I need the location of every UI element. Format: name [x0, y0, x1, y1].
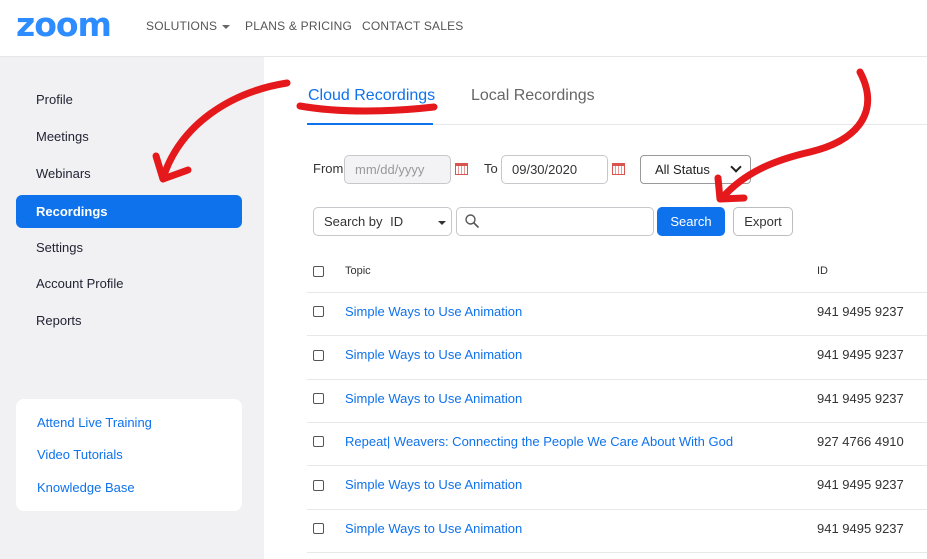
sidebar: Profile Meetings Webinars Recordings Set…	[0, 57, 264, 559]
status-select-value: All Status	[655, 162, 710, 177]
recording-id: 941 9495 9237	[817, 304, 904, 319]
sidebar-item-reports[interactable]: Reports	[16, 304, 242, 337]
search-input[interactable]	[456, 207, 654, 236]
row-divider	[307, 509, 927, 510]
search-by-label: Search by	[324, 214, 383, 229]
link-attend-live-training[interactable]: Attend Live Training	[37, 415, 152, 431]
search-by-value: ID	[390, 214, 404, 229]
search-button[interactable]: Search	[657, 207, 725, 236]
row-checkbox[interactable]	[313, 436, 324, 447]
caret-down-icon	[222, 24, 231, 29]
calendar-icon[interactable]	[612, 163, 625, 175]
from-label: From	[313, 161, 344, 176]
recording-topic-link[interactable]: Repeat| Weavers: Connecting the People W…	[345, 434, 733, 450]
row-divider	[307, 335, 927, 336]
recording-id: 941 9495 9237	[817, 521, 904, 536]
nav-solutions-label: SOLUTIONS	[146, 19, 218, 33]
caret-down-icon	[438, 221, 446, 225]
chevron-down-icon	[730, 161, 742, 173]
tab-local-recordings[interactable]: Local Recordings	[471, 86, 595, 106]
search-by-dropdown[interactable]: Search by ID	[313, 207, 452, 236]
sidebar-item-meetings[interactable]: Meetings	[16, 120, 242, 153]
recording-topic-link[interactable]: Simple Ways to Use Animation	[345, 347, 522, 363]
to-date-input[interactable]: 09/30/2020	[501, 155, 608, 184]
annotation-underline	[296, 102, 438, 115]
row-checkbox[interactable]	[313, 523, 324, 534]
select-all-checkbox[interactable]	[313, 266, 324, 277]
column-header-topic: Topic	[345, 265, 371, 277]
help-links-box: Attend Live Training Video Tutorials Kno…	[16, 399, 242, 511]
recording-id: 927 4766 4910	[817, 434, 904, 449]
sidebar-item-recordings[interactable]: Recordings	[16, 195, 242, 228]
sidebar-item-webinars[interactable]: Webinars	[16, 157, 242, 190]
recording-topic-link[interactable]: Simple Ways to Use Animation	[345, 304, 522, 320]
row-divider	[307, 379, 927, 380]
export-button[interactable]: Export	[733, 207, 793, 236]
calendar-icon[interactable]	[455, 163, 468, 175]
row-checkbox[interactable]	[313, 480, 324, 491]
sidebar-item-settings[interactable]: Settings	[16, 231, 242, 264]
row-divider	[307, 552, 927, 553]
zoom-logo[interactable]: zoom	[16, 7, 112, 43]
link-knowledge-base[interactable]: Knowledge Base	[37, 480, 135, 496]
from-date-input[interactable]: mm/dd/yyyy	[344, 155, 451, 184]
top-navigation-bar: zoom SOLUTIONS PLANS & PRICING CONTACT S…	[0, 0, 927, 57]
nav-solutions[interactable]: SOLUTIONS	[146, 19, 231, 33]
row-divider	[307, 422, 927, 423]
row-checkbox[interactable]	[313, 393, 324, 404]
row-divider	[307, 292, 927, 293]
tab-cloud-recordings[interactable]: Cloud Recordings	[308, 86, 435, 106]
column-header-id: ID	[817, 265, 828, 277]
sidebar-item-account-profile[interactable]: Account Profile	[16, 267, 242, 300]
recording-id: 941 9495 9237	[817, 391, 904, 406]
sidebar-item-profile[interactable]: Profile	[16, 83, 242, 116]
to-label: To	[484, 161, 498, 176]
nav-plans-pricing[interactable]: PLANS & PRICING	[245, 19, 352, 33]
recording-id: 941 9495 9237	[817, 477, 904, 492]
row-checkbox[interactable]	[313, 306, 324, 317]
row-divider	[307, 465, 927, 466]
nav-contact-sales[interactable]: CONTACT SALES	[362, 19, 464, 33]
recording-topic-link[interactable]: Simple Ways to Use Animation	[345, 477, 522, 493]
active-tab-indicator	[307, 123, 433, 125]
recording-id: 941 9495 9237	[817, 347, 904, 362]
recording-topic-link[interactable]: Simple Ways to Use Animation	[345, 391, 522, 407]
link-video-tutorials[interactable]: Video Tutorials	[37, 447, 123, 463]
search-icon	[465, 214, 479, 228]
status-select[interactable]: All Status	[640, 155, 751, 184]
recording-topic-link[interactable]: Simple Ways to Use Animation	[345, 521, 522, 537]
row-checkbox[interactable]	[313, 350, 324, 361]
